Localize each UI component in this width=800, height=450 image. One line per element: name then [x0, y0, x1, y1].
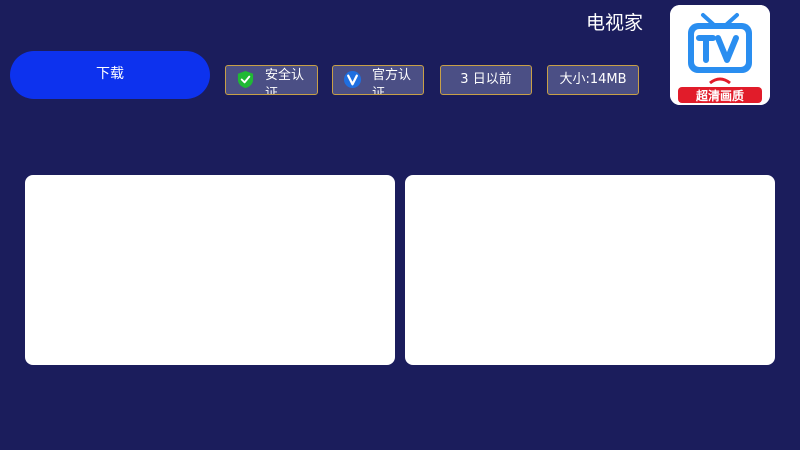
app-screenshot-1[interactable] — [25, 175, 395, 365]
app-icon-caption: 超清画质 — [695, 88, 744, 103]
update-date-badge: 3 日以前 — [440, 65, 532, 95]
official-badge-label: 官方认证 — [372, 68, 412, 95]
official-certified-badge: 官方认证 — [332, 65, 424, 95]
tv-app-logo-icon[interactable]: 超清画质 — [670, 5, 770, 105]
security-certified-badge: 安全认证 — [225, 65, 318, 95]
app-title: 电视家 — [586, 12, 644, 34]
shield-check-icon — [237, 70, 254, 89]
file-size-badge: 大小:14MB — [547, 65, 639, 95]
tv-logo-graphic: 超清画质 — [670, 5, 770, 105]
download-button[interactable]: 下载 — [10, 51, 210, 99]
app-screenshot-2[interactable] — [405, 175, 775, 365]
security-badge-label: 安全认证 — [265, 68, 305, 95]
verified-v-icon — [343, 70, 362, 89]
